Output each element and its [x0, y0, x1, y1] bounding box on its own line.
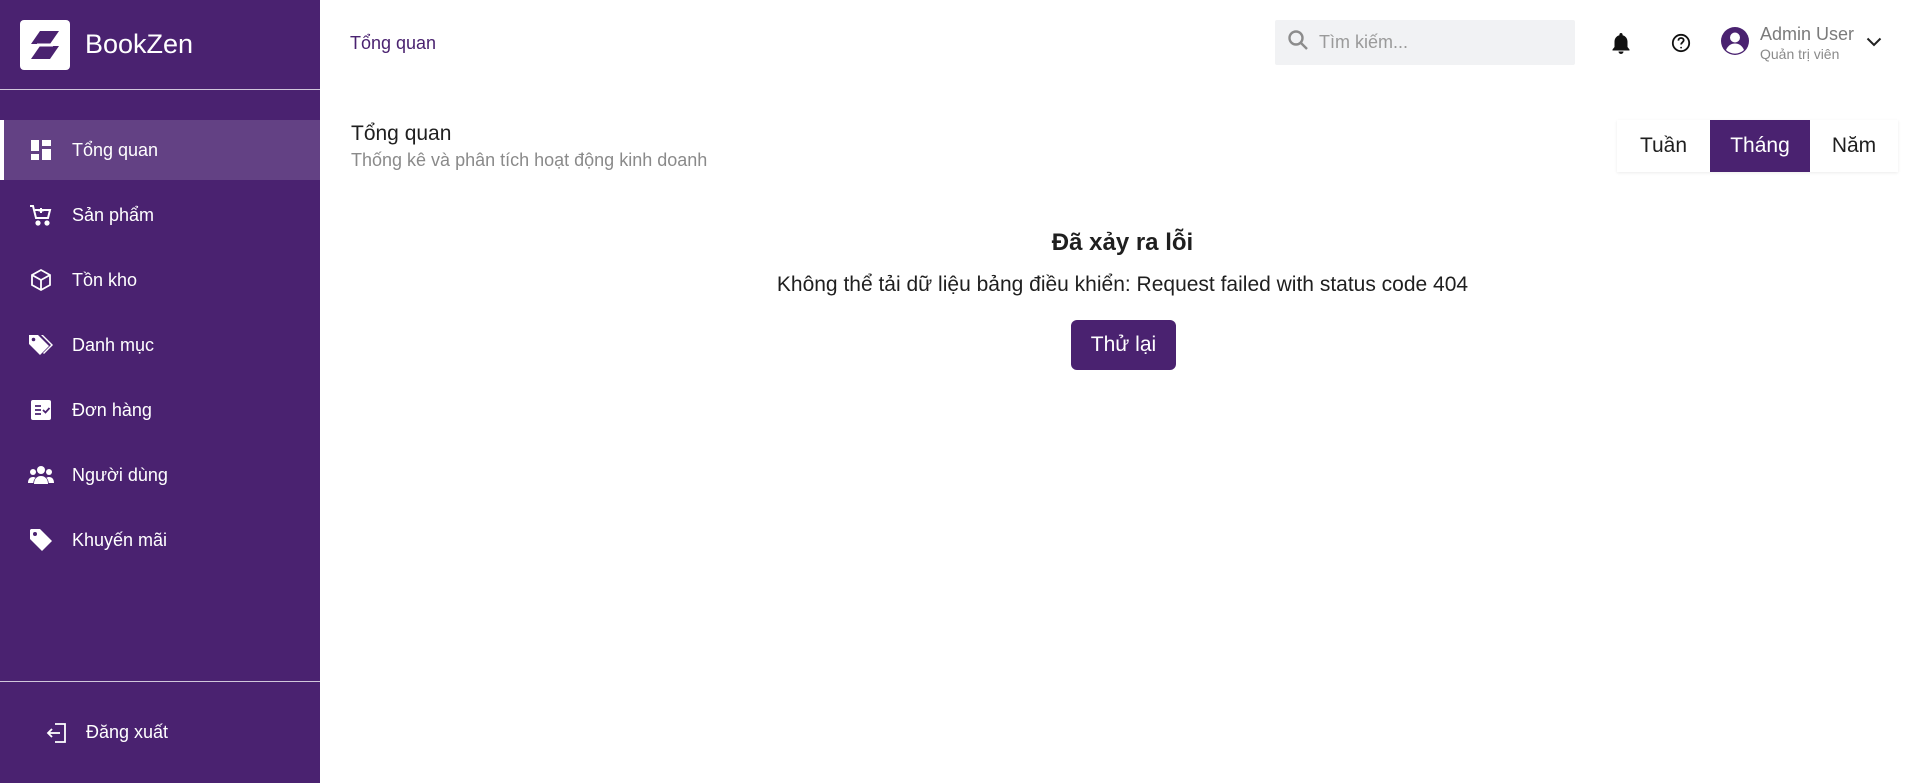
sidebar-item-label: Người dùng: [72, 464, 168, 485]
box-icon: [28, 267, 54, 293]
users-icon: [28, 462, 54, 488]
sidebar-item-users[interactable]: Người dùng: [0, 445, 320, 505]
error-title: Đã xảy ra lỗi: [1051, 229, 1194, 256]
tags-icon: [28, 332, 54, 358]
brand-name: BookZen: [85, 29, 194, 59]
sidebar-item-overview[interactable]: Tổng quan: [0, 120, 320, 180]
sidebar-nav: Tổng quan Sản phẩm Tồn kho Danh mục Đơn …: [0, 120, 320, 575]
sidebar-item-label: Sản phẩm: [72, 204, 155, 225]
bookzen-logo-icon: [20, 19, 70, 70]
sidebar-item-inventory[interactable]: Tồn kho: [0, 250, 320, 310]
logout-label: Đăng xuất: [86, 722, 169, 742]
sidebar-item-orders[interactable]: Đơn hàng: [0, 380, 320, 440]
error-panel: Đã xảy ra lỗi Không thể tải dữ liệu bảng…: [320, 0, 1920, 400]
error-message: Không thể tải dữ liệu bảng điều khiển: R…: [776, 273, 1469, 296]
dashboard-icon: [28, 137, 54, 163]
logout-icon: [44, 720, 70, 746]
sidebar: BookZen Tổng quan Sản phẩm Tồn kho Danh …: [0, 0, 320, 783]
order-list-icon: [28, 397, 54, 423]
cart-icon: [28, 202, 54, 228]
sidebar-item-label: Tồn kho: [72, 269, 138, 290]
sidebar-item-label: Danh mục: [72, 334, 155, 355]
sidebar-item-categories[interactable]: Danh mục: [0, 315, 320, 375]
retry-button[interactable]: Thử lại: [1071, 320, 1176, 370]
brand[interactable]: BookZen: [0, 0, 320, 90]
sidebar-item-label: Tổng quan: [72, 139, 159, 160]
sidebar-item-label: Khuyến mãi: [72, 529, 168, 550]
tag-icon: [28, 527, 54, 553]
app-root: BookZen Tổng quan Sản phẩm Tồn kho Danh …: [0, 0, 1920, 783]
sidebar-item-promotions[interactable]: Khuyến mãi: [0, 510, 320, 570]
sidebar-item-label: Đơn hàng: [72, 399, 152, 420]
logout-button[interactable]: Đăng xuất: [0, 681, 320, 783]
sidebar-item-products[interactable]: Sản phẩm: [0, 185, 320, 245]
